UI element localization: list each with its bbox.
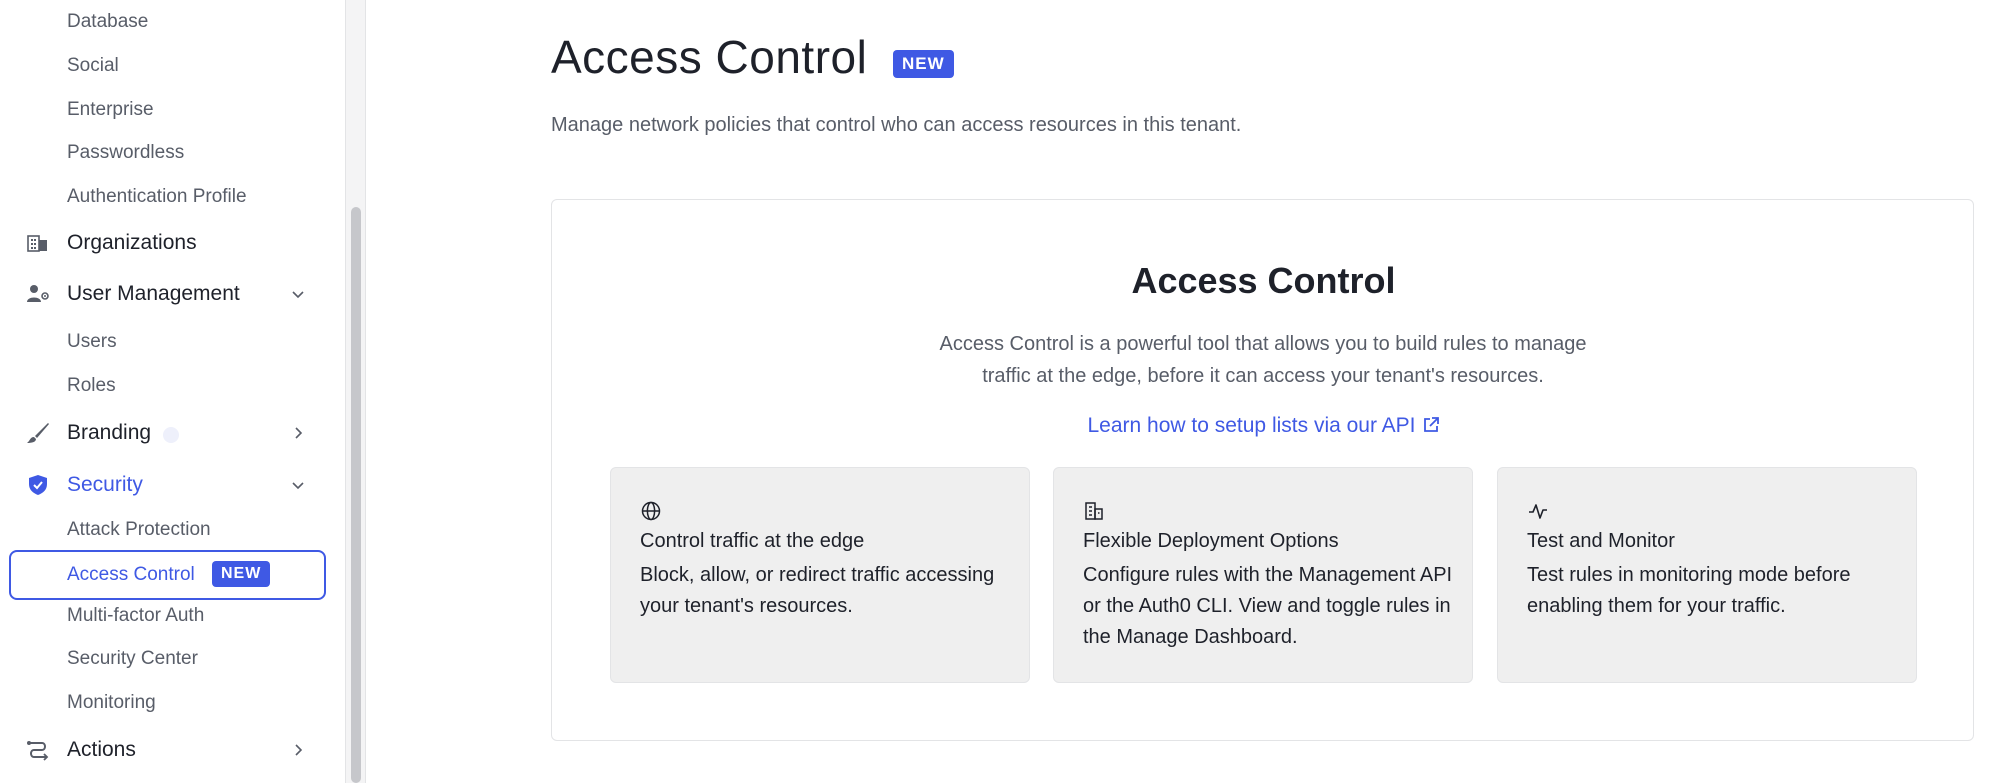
sidebar-item-users[interactable]: Users [67,328,117,356]
sidebar-item-organizations[interactable]: Organizations [0,223,330,263]
sidebar-item-actions[interactable]: Actions [0,730,330,770]
chevron-right-icon [290,742,306,758]
building-icon [26,233,50,253]
sidebar-item-monitoring[interactable]: Monitoring [67,689,156,717]
sidebar-item-security[interactable]: Security [0,465,330,505]
api-docs-link-row: Learn how to setup lists via our API [552,414,1975,440]
chevron-right-icon [290,425,306,441]
buildings-icon [1083,500,1105,522]
feature-card-flexible-deployment: Flexible Deployment Options Configure ru… [1053,467,1473,683]
sidebar-item-label: Security [67,473,143,496]
globe-icon [640,500,662,522]
link-text: Learn how to setup lists via our API [1087,414,1416,437]
sidebar-item-multi-factor-auth[interactable]: Multi-factor Auth [67,602,204,630]
page-title: Access Control [551,31,868,83]
sidebar-item-label: User Management [67,282,240,305]
external-link-icon [1422,416,1440,440]
new-badge: NEW [893,50,954,78]
feature-card-control-traffic: Control traffic at the edge Block, allow… [610,467,1030,683]
sidebar-item-database[interactable]: Database [67,8,148,36]
sidebar-item-label: Access Control [67,564,195,585]
scrollbar-thumb[interactable] [351,207,361,783]
page-description: Manage network policies that control who… [551,114,1242,136]
user-gear-icon [26,284,50,304]
sidebar-item-access-control[interactable]: Access Control NEW [9,550,326,600]
sidebar-item-label: Actions [67,738,136,761]
sidebar-item-roles[interactable]: Roles [67,372,116,400]
chevron-down-icon [290,477,306,493]
access-control-card: Access Control Access Control is a power… [551,199,1974,741]
feature-description: Block, allow, or redirect traffic access… [640,564,995,617]
api-docs-link[interactable]: Learn how to setup lists via our API [1087,414,1439,437]
sidebar: Database Social Enterprise Passwordless … [0,0,346,783]
sidebar-item-enterprise[interactable]: Enterprise [67,96,154,124]
card-description: Access Control is a powerful tool that a… [939,333,1587,387]
brush-icon [26,423,50,443]
actions-flow-icon [26,740,50,761]
status-dot [163,427,179,443]
feature-description: Test rules in monitoring mode before ena… [1527,564,1851,617]
activity-icon [1527,500,1549,522]
sidebar-item-authentication-profile[interactable]: Authentication Profile [67,183,247,211]
sidebar-item-passwordless[interactable]: Passwordless [67,139,184,167]
sidebar-item-branding[interactable]: Branding [0,413,330,453]
feature-title: Test and Monitor [1527,530,1675,552]
sidebar-scrollbar[interactable] [346,0,366,783]
card-title: Access Control [1131,260,1396,301]
sidebar-item-social[interactable]: Social [67,52,119,80]
new-badge: NEW [212,561,271,587]
app: Database Social Enterprise Passwordless … [0,0,2000,783]
sidebar-item-security-center[interactable]: Security Center [67,645,198,673]
shield-check-icon [26,475,50,495]
sidebar-item-user-management[interactable]: User Management [0,274,330,314]
feature-card-test-monitor: Test and Monitor Test rules in monitorin… [1497,467,1917,683]
feature-title: Flexible Deployment Options [1083,530,1339,552]
sidebar-item-label: Branding [67,421,152,444]
sidebar-item-label: Organizations [67,231,197,254]
feature-description: Configure rules with the Management API … [1083,564,1453,648]
chevron-down-icon [290,286,306,302]
sidebar-item-attack-protection[interactable]: Attack Protection [67,516,211,544]
feature-title: Control traffic at the edge [640,530,865,552]
